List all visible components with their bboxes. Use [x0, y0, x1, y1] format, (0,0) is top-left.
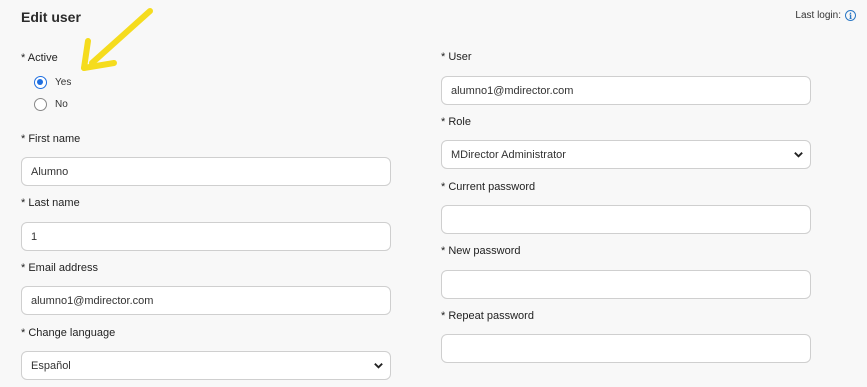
- last-name-input[interactable]: [21, 222, 391, 251]
- role-select[interactable]: MDirector Administrator: [441, 140, 811, 169]
- last-name-label: * Last name: [21, 197, 80, 209]
- first-name-label: * First name: [21, 133, 81, 145]
- page-title: Edit user: [21, 9, 81, 25]
- email-input[interactable]: [21, 286, 391, 315]
- radio-no-label: No: [55, 99, 68, 110]
- repeat-password-label: * Repeat password: [441, 310, 534, 322]
- repeat-password-input[interactable]: [441, 334, 811, 363]
- last-login: Last login: i: [795, 10, 856, 21]
- role-label: * Role: [441, 116, 471, 128]
- radio-no-control[interactable]: [34, 98, 47, 111]
- role-select-value: MDirector Administrator: [451, 148, 566, 161]
- last-login-label: Last login:: [795, 10, 841, 21]
- language-select-value: Español: [31, 359, 71, 372]
- chevron-down-icon: [794, 152, 803, 158]
- language-select[interactable]: Español: [21, 351, 391, 380]
- radio-yes-label: Yes: [55, 77, 72, 88]
- user-input[interactable]: [441, 76, 811, 105]
- current-password-input[interactable]: [441, 205, 811, 234]
- user-label: * User: [441, 51, 472, 63]
- annotation-arrow-icon: [81, 8, 153, 71]
- radio-yes-control[interactable]: [34, 76, 47, 89]
- current-password-label: * Current password: [441, 181, 536, 193]
- email-label: * Email address: [21, 262, 99, 274]
- active-label: * Active: [21, 52, 58, 64]
- language-label: * Change language: [21, 327, 116, 339]
- first-name-input[interactable]: [21, 157, 391, 186]
- radio-no[interactable]: No: [34, 98, 68, 111]
- new-password-label: * New password: [441, 245, 521, 257]
- radio-yes[interactable]: Yes: [34, 76, 71, 89]
- chevron-down-icon: [374, 363, 383, 369]
- new-password-input[interactable]: [441, 270, 811, 299]
- info-icon[interactable]: i: [845, 10, 856, 21]
